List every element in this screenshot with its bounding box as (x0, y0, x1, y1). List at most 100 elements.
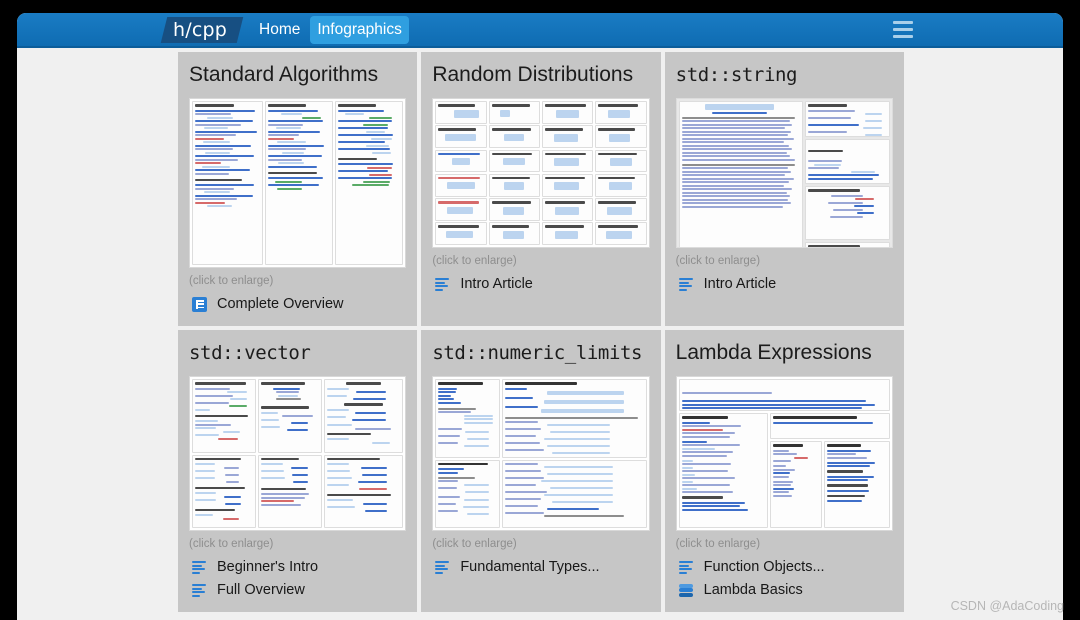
card-title: std::vector (189, 342, 311, 364)
link-intro-article[interactable]: Intro Article (676, 273, 893, 296)
article-icon (435, 277, 450, 292)
link-intro-article[interactable]: Intro Article (432, 273, 649, 296)
thumb-panel (541, 125, 594, 148)
thumb-panel (594, 222, 647, 245)
site-logo[interactable]: h/cpp (160, 16, 244, 43)
link-label: Complete Overview (217, 296, 344, 312)
article-icon (678, 277, 694, 292)
card-title: std::string (675, 64, 798, 86)
link-function-objects[interactable]: Function Objects... (676, 556, 893, 579)
link-label: Intro Article (703, 276, 777, 292)
thumbnail-std-vector[interactable] (189, 376, 407, 531)
link-lambda-basics[interactable]: Lambda Basics (676, 579, 893, 602)
thumb-panel (678, 101, 803, 247)
card-std-numeric-limits[interactable]: std::numeric_limits (click to enlarge) F… (421, 330, 661, 612)
thumb-panel (804, 101, 890, 137)
link-full-overview[interactable]: Full Overview (189, 579, 406, 602)
stack-icon (679, 583, 694, 598)
thumbnail-caption: (click to enlarge) (432, 255, 517, 267)
link-label: Lambda Basics (703, 582, 803, 598)
thumb-panel (488, 101, 541, 124)
card-random-distributions[interactable]: Random Distributions (click to enlarge) … (421, 52, 661, 326)
link-fundamental-types[interactable]: Fundamental Types... (432, 556, 649, 579)
nav-link-home[interactable]: Home (252, 16, 307, 44)
screenshot-viewport: h/cpp Home Infographics Standard Algorit… (0, 0, 1080, 620)
infographics-grid: Standard Algorithms (click to enlarge) C… (178, 48, 904, 612)
card-standard-algorithms[interactable]: Standard Algorithms (click to enlarge) C… (178, 52, 418, 326)
thumb-panel (594, 101, 647, 124)
card-links: Intro Article (432, 273, 649, 296)
thumbnail-lambda-expressions[interactable] (675, 376, 893, 531)
card-lambda-expressions[interactable]: Lambda Expressions (click to enlarge) Fu… (664, 330, 904, 612)
browser-window: h/cpp Home Infographics Standard Algorit… (17, 13, 1063, 620)
thumbnail-random-distributions[interactable] (432, 98, 650, 248)
card-title: Standard Algorithms (189, 63, 379, 86)
link-label: Intro Article (460, 276, 533, 292)
navbar-content: h/cpp Home Infographics (160, 13, 412, 46)
article-icon (435, 560, 450, 575)
table-icon (192, 296, 207, 312)
nav-link-infographics[interactable]: Infographics (310, 15, 409, 44)
thumbnail-std-string[interactable] (675, 98, 893, 248)
thumb-panel (594, 173, 647, 197)
thumbnail-caption: (click to enlarge) (432, 538, 517, 550)
card-title: Random Distributions (432, 63, 634, 86)
thumbnail-std-numeric-limits[interactable] (432, 376, 650, 531)
card-std-vector[interactable]: std::vector (click to enlarge) Beginner'… (178, 330, 418, 612)
thumb-panel (257, 379, 322, 453)
card-links: Complete Overview (189, 293, 406, 316)
hamburger-bar (893, 21, 913, 24)
thumb-panel (265, 101, 334, 265)
thumbnail-standard-algorithms[interactable] (189, 98, 407, 268)
thumb-panel (541, 149, 594, 173)
thumb-panel (594, 149, 647, 173)
thumb-panel (488, 125, 541, 148)
thumb-panel (488, 198, 541, 221)
thumb-panel (323, 454, 404, 528)
link-complete-overview[interactable]: Complete Overview (189, 293, 406, 316)
thumb-panel (541, 222, 594, 245)
thumb-panel (435, 173, 488, 197)
link-label: Fundamental Types... (460, 559, 600, 575)
thumb-panel (594, 198, 647, 221)
thumb-panel (594, 125, 647, 148)
link-label: Beginner's Intro (217, 559, 319, 575)
thumb-panel (824, 441, 890, 528)
card-links: Beginner's Intro Full Overview (189, 556, 406, 602)
card-links: Function Objects... Lambda Basics (676, 556, 893, 602)
card-title: Lambda Expressions (675, 341, 872, 364)
thumb-panel (435, 222, 488, 245)
thumbnail-caption: (click to enlarge) (189, 275, 274, 287)
thumb-panel (435, 125, 488, 148)
thumb-panel (804, 139, 890, 184)
thumb-panel (488, 173, 541, 197)
link-label: Full Overview (217, 582, 305, 598)
article-icon (192, 560, 207, 575)
thumb-panel (435, 198, 488, 221)
thumb-panel (541, 198, 594, 221)
card-std-string[interactable]: std::string (click to enlarge) Intro Art… (664, 52, 904, 326)
thumb-panel (335, 101, 404, 265)
thumb-panel (488, 222, 541, 245)
thumb-panel (435, 149, 488, 173)
thumb-panel (192, 379, 256, 453)
thumb-panel (435, 379, 501, 458)
thumb-panel (257, 454, 322, 528)
page-body: Standard Algorithms (click to enlarge) C… (17, 48, 1063, 620)
card-title: std::numeric_limits (432, 342, 643, 364)
thumb-panel (541, 101, 594, 124)
article-icon (678, 560, 694, 575)
thumbnail-caption: (click to enlarge) (675, 538, 761, 550)
thumb-panel (769, 413, 890, 440)
hamburger-icon[interactable] (893, 21, 913, 38)
hamburger-bar (893, 35, 913, 38)
thumb-panel (192, 454, 256, 528)
link-beginners-intro[interactable]: Beginner's Intro (189, 556, 406, 579)
thumb-panel (678, 413, 768, 528)
link-label: Function Objects... (703, 559, 825, 575)
thumb-panel (502, 379, 647, 458)
thumb-panel (769, 441, 823, 528)
thumbnail-caption: (click to enlarge) (675, 255, 761, 267)
thumb-panel (502, 459, 647, 528)
card-links: Fundamental Types... (432, 556, 649, 579)
